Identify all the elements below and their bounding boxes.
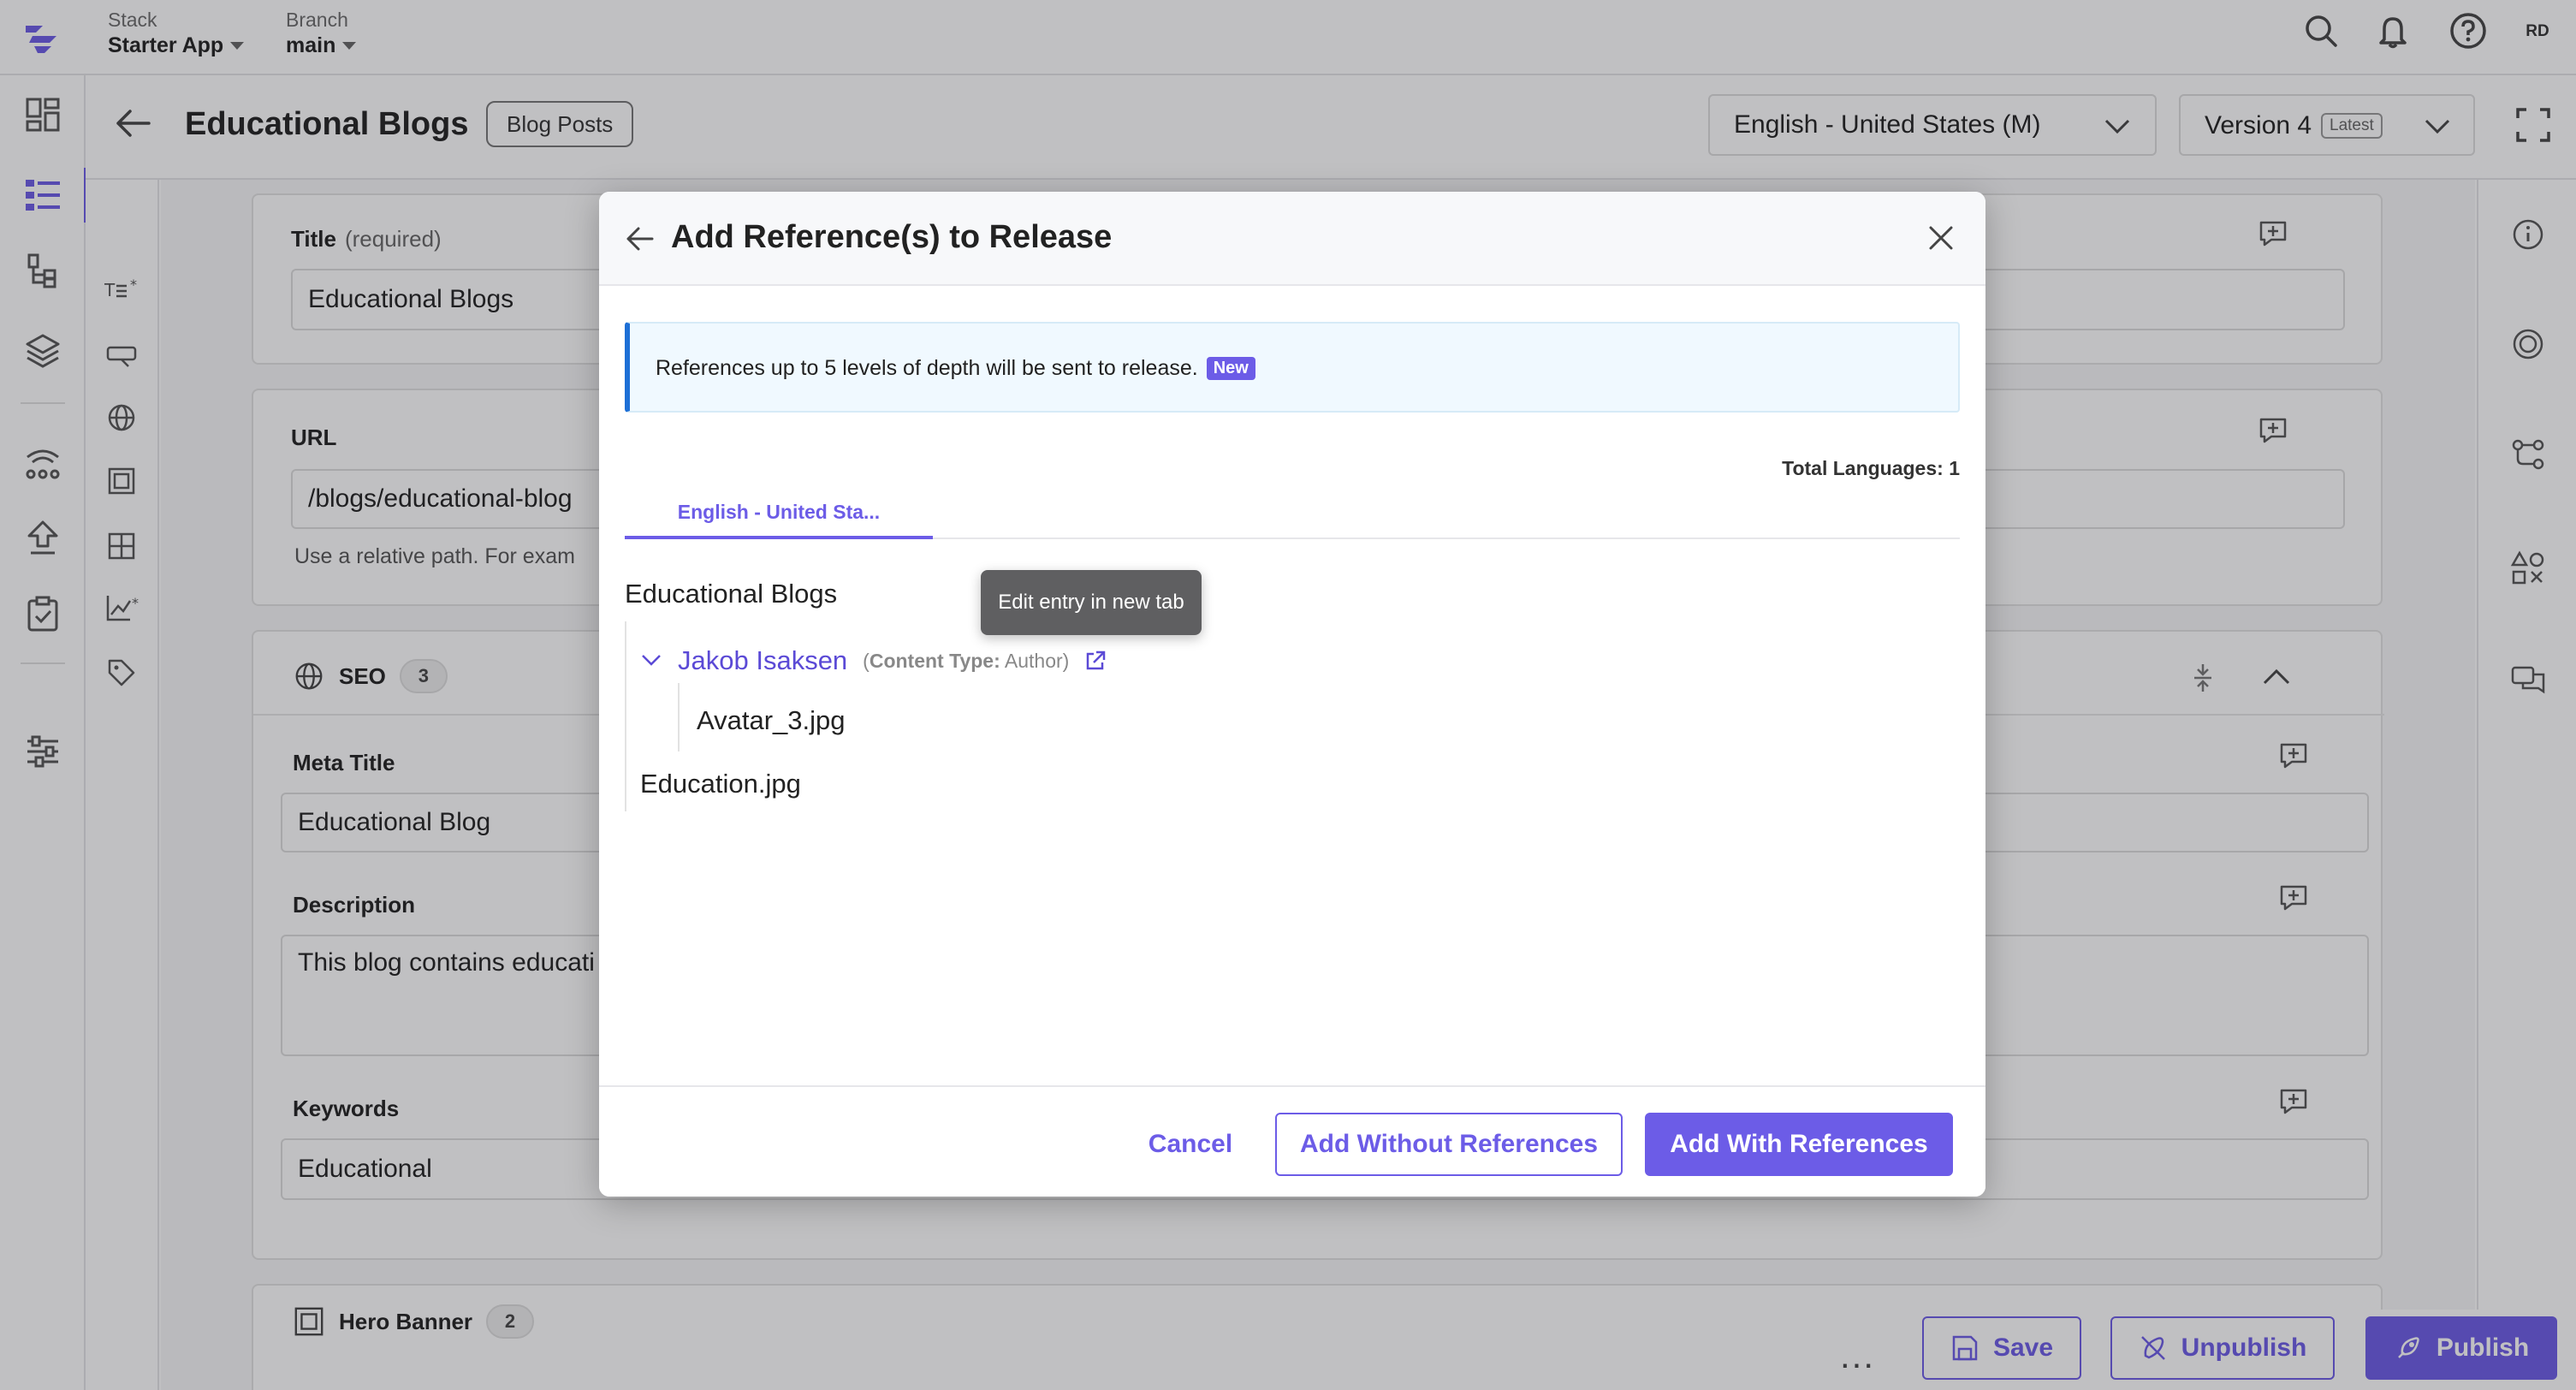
modal-header: Add Reference(s) to Release: [599, 192, 1985, 286]
modal-footer: Cancel Add Without References Add With R…: [599, 1085, 1985, 1197]
add-references-modal: Add Reference(s) to Release References u…: [599, 192, 1985, 1197]
info-banner: References up to 5 levels of depth will …: [625, 322, 1960, 413]
close-icon[interactable]: [1924, 221, 1958, 255]
content-type-key: Content Type:: [869, 649, 1000, 672]
back-arrow-icon[interactable]: [625, 224, 656, 253]
content-type-value: Author: [1004, 649, 1063, 672]
total-languages: Total Languages: 1: [1782, 457, 1960, 479]
new-badge: New: [1206, 357, 1255, 380]
referenced-entry-link[interactable]: Jakob Isaksen: [678, 645, 847, 676]
tree-guide-line: [625, 621, 626, 811]
referenced-asset: Avatar_3.jpg: [697, 705, 846, 735]
cancel-button[interactable]: Cancel: [1104, 1113, 1277, 1176]
info-text: References up to 5 levels of depth will …: [656, 356, 1198, 380]
tab-english-us[interactable]: English - United Sta...: [625, 483, 933, 539]
tree-guide-line: [678, 683, 680, 751]
external-link-icon[interactable]: [1084, 650, 1107, 672]
tree-root-entry: Educational Blogs: [625, 579, 838, 609]
add-without-references-button[interactable]: Add Without References: [1275, 1113, 1623, 1176]
referenced-asset: Education.jpg: [640, 769, 801, 799]
edit-entry-tooltip: Edit entry in new tab: [981, 570, 1202, 635]
modal-title: Add Reference(s) to Release: [671, 219, 1113, 255]
content-type-info: (Content Type: Author): [863, 649, 1070, 672]
tree-reference-row: Jakob Isaksen (Content Type: Author): [640, 645, 1107, 676]
add-with-references-button[interactable]: Add With References: [1645, 1113, 1953, 1176]
chevron-down-icon[interactable]: [640, 653, 662, 668]
